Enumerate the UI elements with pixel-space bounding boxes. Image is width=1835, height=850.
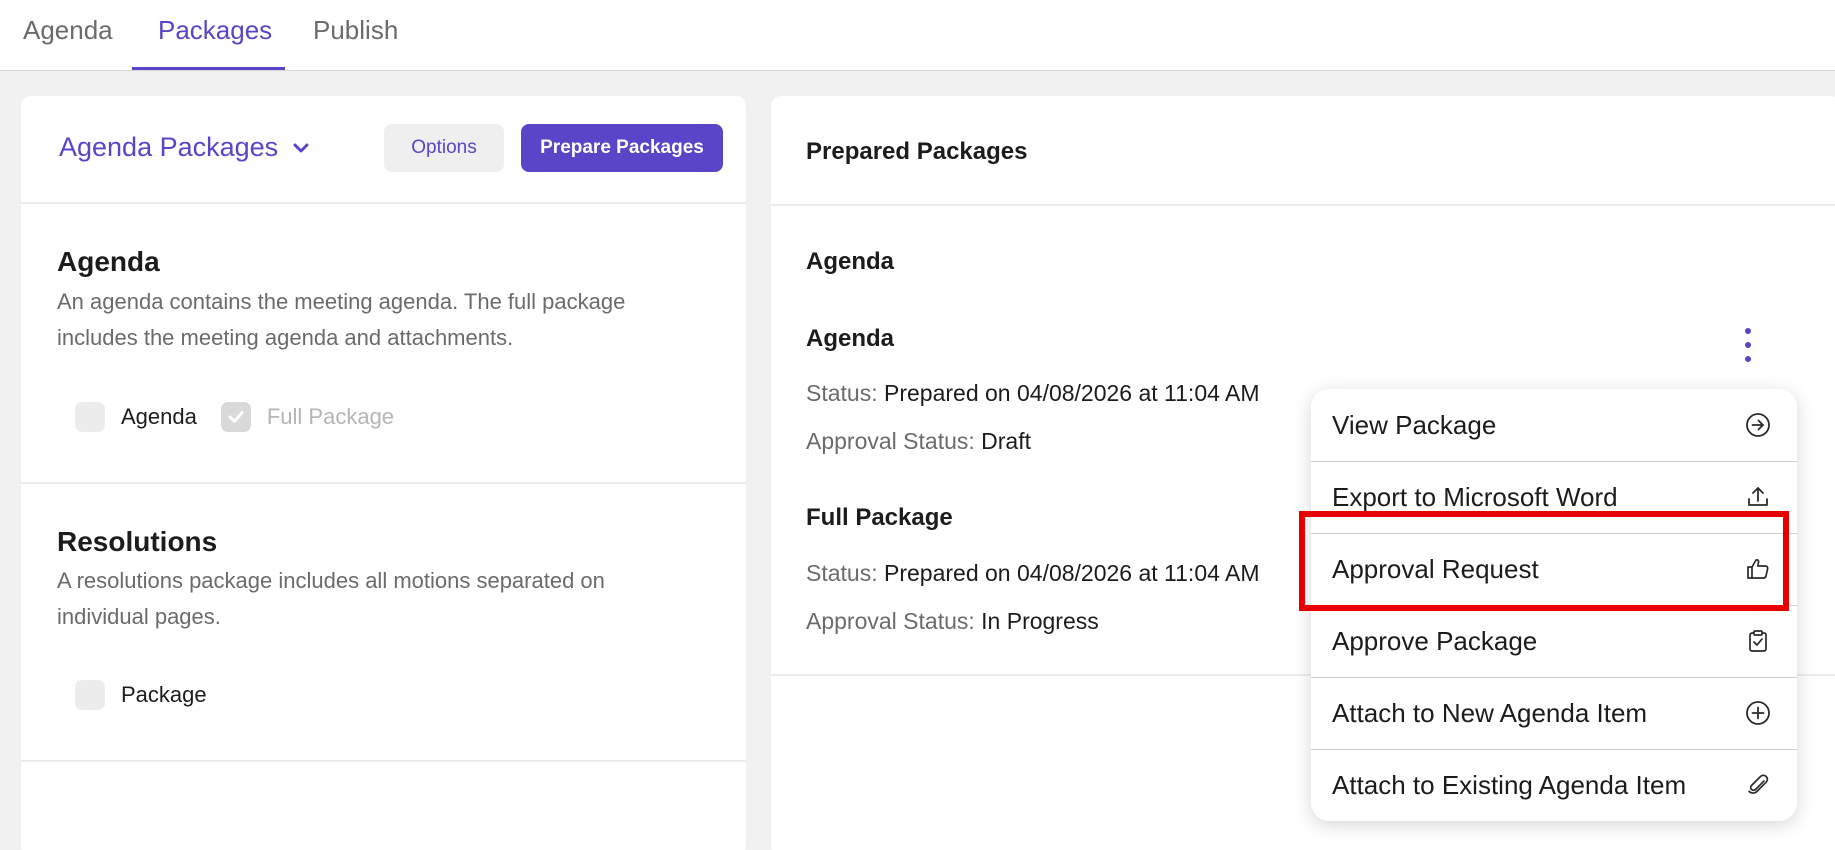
more-options-icon[interactable] (1741, 328, 1755, 362)
package-status: Status: Prepared on 04/08/2026 at 11:04 … (806, 560, 1260, 587)
prepared-packages-title: Prepared Packages (806, 138, 1028, 165)
approval-status-label: Approval Status: (806, 608, 975, 634)
package-status: Status: Prepared on 04/08/2026 at 11:04 … (806, 380, 1260, 407)
arrow-circle-right-icon (1746, 413, 1770, 437)
menu-item-label: Export to Microsoft Word (1332, 481, 1618, 512)
divider (21, 760, 746, 762)
package-name-agenda: Agenda (806, 325, 895, 352)
package-group-title: Agenda (806, 248, 895, 275)
section-description-agenda: An agenda contains the meeting agenda. T… (57, 289, 626, 350)
checkmark-icon (228, 411, 244, 423)
approval-status-label: Approval Status: (806, 428, 975, 454)
tab-publish[interactable]: Publish (313, 0, 398, 70)
status-value: Prepared on 04/08/2026 at 11:04 AM (884, 560, 1260, 586)
menu-item-approve-package[interactable]: Approve Package (1311, 605, 1797, 677)
package-approval-status: Approval Status: In Progress (806, 608, 1099, 635)
agenda-packages-dropdown[interactable]: Agenda Packages (59, 132, 310, 163)
menu-item-label: Approve Package (1332, 625, 1538, 656)
menu-item-view-package[interactable]: View Package (1311, 389, 1797, 461)
menu-item-approval-request[interactable]: Approval Request (1311, 533, 1797, 605)
upload-icon (1748, 487, 1768, 506)
status-label: Status: (806, 560, 878, 586)
status-value: Prepared on 04/08/2026 at 11:04 AM (884, 380, 1260, 406)
section-title-agenda: Agenda (57, 246, 160, 277)
package-name-full-package: Full Package (806, 504, 953, 531)
divider (771, 204, 1835, 206)
full-package-checkbox[interactable] (220, 402, 251, 432)
agenda-checkbox-label: Agenda (121, 404, 197, 429)
chevron-down-icon (293, 143, 309, 152)
plus-circle-icon (1746, 701, 1770, 725)
approval-status-value: Draft (981, 428, 1031, 454)
menu-item-label: Attach to Existing Agenda Item (1332, 769, 1687, 800)
prepare-packages-button[interactable]: Prepare Packages (521, 124, 723, 172)
approval-status-value: In Progress (981, 608, 1099, 634)
clipboard-check-icon (1749, 630, 1767, 652)
menu-item-label: Attach to New Agenda Item (1332, 697, 1648, 728)
thumbs-up-icon (1747, 559, 1769, 579)
resolutions-package-checkbox-label: Package (121, 682, 207, 707)
checkbox-row-resolutions: Package (75, 680, 207, 710)
menu-item-attach-new-agenda-item[interactable]: Attach to New Agenda Item (1311, 677, 1797, 749)
menu-item-label: View Package (1332, 409, 1497, 440)
full-package-checkbox-label: Full Package (266, 404, 395, 429)
divider (21, 482, 746, 484)
tab-agenda[interactable]: Agenda (23, 0, 113, 70)
active-tab-indicator (132, 67, 285, 70)
packages-config-panel: Agenda Packages Options Prepare Packages… (21, 96, 746, 850)
options-button[interactable]: Options (384, 124, 504, 172)
section-title-resolutions: Resolutions (57, 526, 218, 557)
tab-packages[interactable]: Packages (158, 0, 272, 70)
menu-item-label: Approval Request (1332, 553, 1539, 584)
menu-item-attach-existing-agenda-item[interactable]: Attach to Existing Agenda Item (1311, 749, 1797, 821)
resolutions-package-checkbox[interactable] (75, 680, 105, 710)
status-label: Status: (806, 380, 878, 406)
package-context-menu: View Package Export to Microsoft Word Ap… (1311, 389, 1797, 821)
package-approval-status: Approval Status: Draft (806, 428, 1031, 455)
agenda-checkbox[interactable] (75, 402, 105, 432)
section-description-resolutions: A resolutions package includes all motio… (57, 568, 605, 629)
checkbox-row-agenda: Agenda Full Package (75, 402, 394, 432)
top-tab-bar: Agenda Packages Publish (0, 0, 1835, 71)
menu-item-export-word[interactable]: Export to Microsoft Word (1311, 461, 1797, 533)
dropdown-label: Agenda Packages (59, 132, 279, 162)
paperclip-icon (1748, 774, 1769, 794)
divider (21, 202, 746, 204)
